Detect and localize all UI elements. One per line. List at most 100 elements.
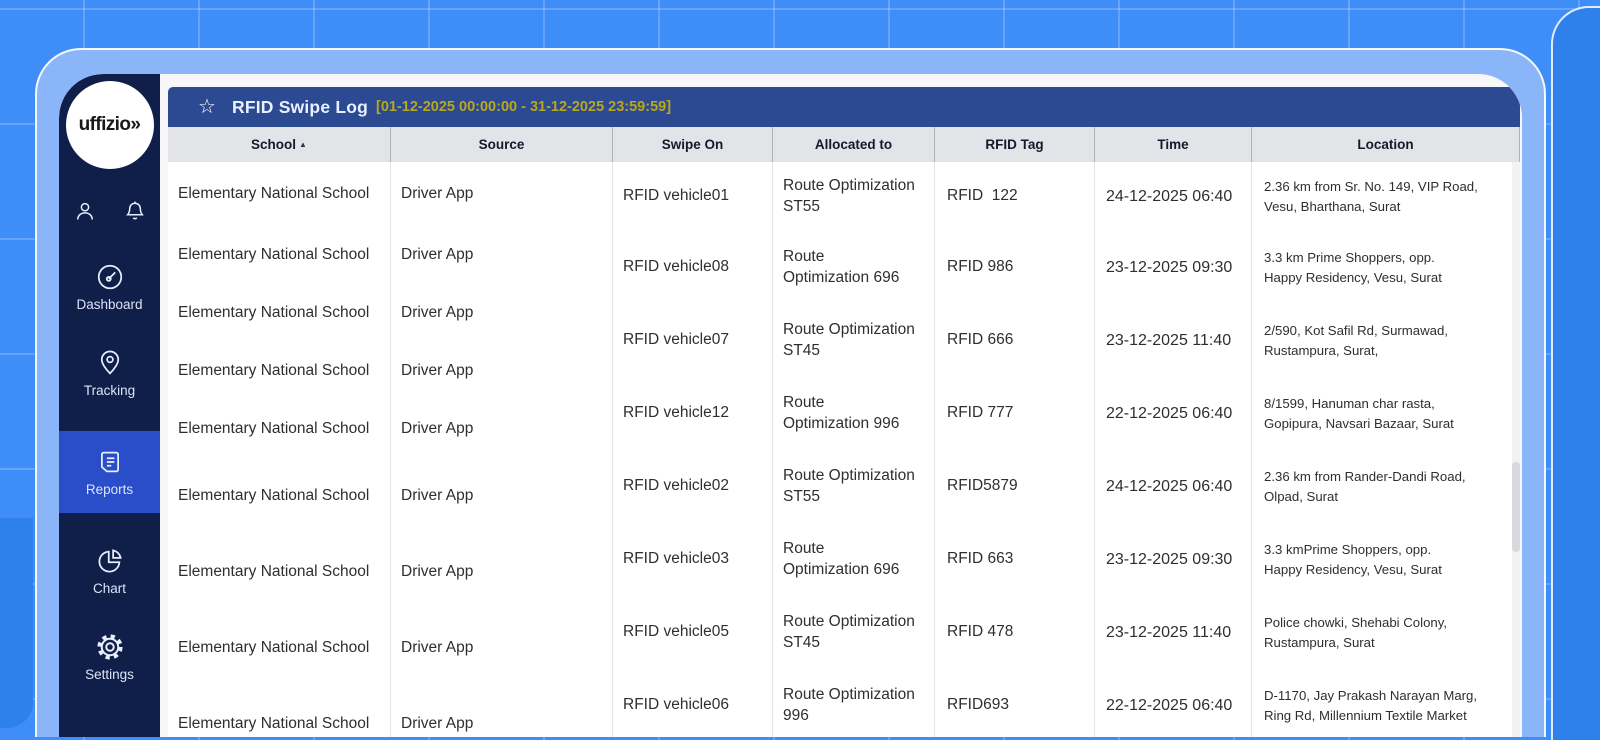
column-cells-allocated_to: Route Optimization ST55 Route Optimizatio…	[773, 162, 935, 737]
cell-swipe_on: RFID vehicle05	[613, 596, 773, 669]
column-header-label: School	[251, 137, 297, 152]
pie-chart-icon	[98, 549, 122, 573]
column-time: Time 24-12-2025 06:40 23-12-2025 09:30 23-1…	[1095, 127, 1252, 737]
sidebar-item-reports[interactable]: Reports	[59, 431, 160, 513]
column-header-time[interactable]: Time	[1095, 127, 1252, 162]
report-date-range[interactable]: [01-12-2025 00:00:00 - 31-12-2025 23:59:…	[376, 99, 671, 115]
cell-source: Driver App	[391, 284, 613, 342]
cell-source: Driver App	[391, 226, 613, 284]
cell-school: Elementary National School	[168, 534, 391, 610]
column-header-label: Allocated to	[814, 137, 893, 152]
star-favorite-icon[interactable]: ☆	[198, 97, 220, 117]
cell-time: 23-12-2025 11:40	[1095, 304, 1252, 377]
column-cells-source: Driver App Driver App Driver App Driver App…	[391, 162, 613, 737]
map-pin-icon	[100, 350, 119, 375]
cell-allocated_to: Route Optimization ST55	[773, 162, 935, 231]
cell-swipe_on: RFID vehicle02	[613, 450, 773, 523]
cell-school: Elementary National School	[168, 686, 391, 737]
column-header-allocated_to[interactable]: Allocated to	[773, 127, 935, 162]
cell-rfid_tag: RFID 663	[935, 523, 1095, 596]
cell-school: Elementary National School	[168, 226, 391, 284]
cell-time: 22-12-2025 06:40	[1095, 669, 1252, 737]
sidebar-item-dashboard[interactable]: Dashboard	[59, 259, 160, 315]
sidebar-item-label: Settings	[85, 667, 134, 682]
cell-source: Driver App	[391, 342, 613, 400]
report-widget: ☆ RFID Swipe Log [01-12-2025 00:00:00 - …	[168, 87, 1520, 737]
cell-source: Driver App	[391, 534, 613, 610]
cell-time: 22-12-2025 06:40	[1095, 377, 1252, 450]
cell-location: 2.36 km from Sr. No. 149, VIP Road, Vesu…	[1252, 162, 1520, 231]
cell-rfid_tag: RFID 478	[935, 596, 1095, 669]
app-window-inner: uffizio» Dashboard Tracking Reports Char…	[59, 74, 1522, 737]
sidebar-item-tracking[interactable]: Tracking	[59, 345, 160, 401]
cell-location: 3.3 kmPrime Shoppers, opp. Happy Residen…	[1252, 523, 1520, 596]
cell-rfid_tag: RFID 666	[935, 304, 1095, 377]
cell-time: 23-12-2025 11:40	[1095, 596, 1252, 669]
sidebar-item-label: Dashboard	[76, 297, 143, 312]
cell-allocated_to: Route Optimization 696	[773, 523, 935, 596]
cell-allocated_to: Route Optimization 996	[773, 669, 935, 737]
cell-swipe_on: RFID vehicle01	[613, 162, 773, 231]
sidebar-item-label: Tracking	[83, 383, 136, 398]
cell-source: Driver App	[391, 458, 613, 534]
cell-time: 23-12-2025 09:30	[1095, 231, 1252, 304]
column-header-label: Time	[1157, 137, 1189, 152]
cell-time: 23-12-2025 09:30	[1095, 523, 1252, 596]
cell-location: 2/590, Kot Safil Rd, Surmawad, Rustampur…	[1252, 304, 1520, 377]
column-header-school[interactable]: School ▲	[168, 127, 391, 162]
table-scrollbar-thumb[interactable]	[1512, 462, 1520, 552]
column-header-rfid_tag[interactable]: RFID Tag	[935, 127, 1095, 162]
cell-school: Elementary National School	[168, 610, 391, 686]
cell-school: Elementary National School	[168, 342, 391, 400]
gear-icon	[96, 634, 123, 660]
column-header-label: Source	[478, 137, 525, 152]
column-source: Source Driver App Driver App Driver App Driv…	[391, 127, 613, 737]
column-header-swipe_on[interactable]: Swipe On	[613, 127, 773, 162]
sidebar-item-settings[interactable]: Settings	[59, 629, 160, 685]
cell-school: Elementary National School	[168, 284, 391, 342]
cell-swipe_on: RFID vehicle06	[613, 669, 773, 737]
column-header-location[interactable]: Location	[1252, 127, 1520, 162]
cell-rfid_tag: RFID5879	[935, 450, 1095, 523]
user-icon[interactable]	[73, 199, 97, 223]
cell-time: 24-12-2025 06:40	[1095, 162, 1252, 231]
column-cells-rfid_tag: RFID 122 RFID 986 RFID 666 RFID 777 RFID5879…	[935, 162, 1095, 737]
cell-school: Elementary National School	[168, 400, 391, 458]
column-allocated_to: Allocated to Route Optimization ST55 Route…	[773, 127, 935, 737]
column-school: School ▲ Elementary National School Element…	[168, 127, 391, 737]
content-area: ☆ RFID Swipe Log [01-12-2025 00:00:00 - …	[160, 74, 1522, 737]
notifications-bell-icon[interactable]	[123, 199, 147, 223]
cell-location: Police chowki, Shehabi Colony, Rustampur…	[1252, 596, 1520, 669]
report-title: RFID Swipe Log	[232, 96, 368, 117]
column-header-label: Location	[1357, 137, 1414, 152]
column-cells-location: 2.36 km from Sr. No. 149, VIP Road, Vesu…	[1252, 162, 1520, 737]
speedometer-icon	[97, 264, 122, 290]
background-deco-panel-bottom-left	[0, 518, 33, 728]
sidebar-item-chart[interactable]: Chart	[59, 543, 160, 599]
cell-source: Driver App	[391, 400, 613, 458]
logo-text: uffizio»	[78, 114, 141, 135]
column-cells-school: Elementary National School Elementary Nat…	[168, 162, 391, 737]
app-window: uffizio» Dashboard Tracking Reports Char…	[35, 48, 1546, 737]
column-header-source[interactable]: Source	[391, 127, 613, 162]
column-header-label: Swipe On	[661, 137, 724, 152]
table-scrollbar[interactable]	[1512, 162, 1520, 737]
sort-asc-icon: ▲	[299, 140, 307, 149]
cell-source: Driver App	[391, 686, 613, 737]
cell-rfid_tag: RFID 986	[935, 231, 1095, 304]
cell-allocated_to: Route Optimization ST45	[773, 596, 935, 669]
cell-location: D-1170, Jay Prakash Narayan Marg, Ring R…	[1252, 669, 1520, 737]
cell-allocated_to: Route Optimization 696	[773, 231, 935, 304]
column-cells-swipe_on: RFID vehicle01 RFID vehicle08 RFID vehicle…	[613, 162, 773, 737]
cell-source: Driver App	[391, 610, 613, 686]
cell-allocated_to: Route Optimization ST45	[773, 304, 935, 377]
app-logo[interactable]: uffizio»	[65, 81, 154, 169]
cell-rfid_tag: RFID 122	[935, 162, 1095, 231]
cell-school: Elementary National School	[168, 162, 391, 226]
cell-swipe_on: RFID vehicle03	[613, 523, 773, 596]
report-doc-icon	[100, 451, 119, 473]
cell-allocated_to: Route Optimization ST55	[773, 450, 935, 523]
cell-allocated_to: Route Optimization 996	[773, 377, 935, 450]
background-deco-panel-right	[1551, 6, 1600, 740]
cell-swipe_on: RFID vehicle12	[613, 377, 773, 450]
